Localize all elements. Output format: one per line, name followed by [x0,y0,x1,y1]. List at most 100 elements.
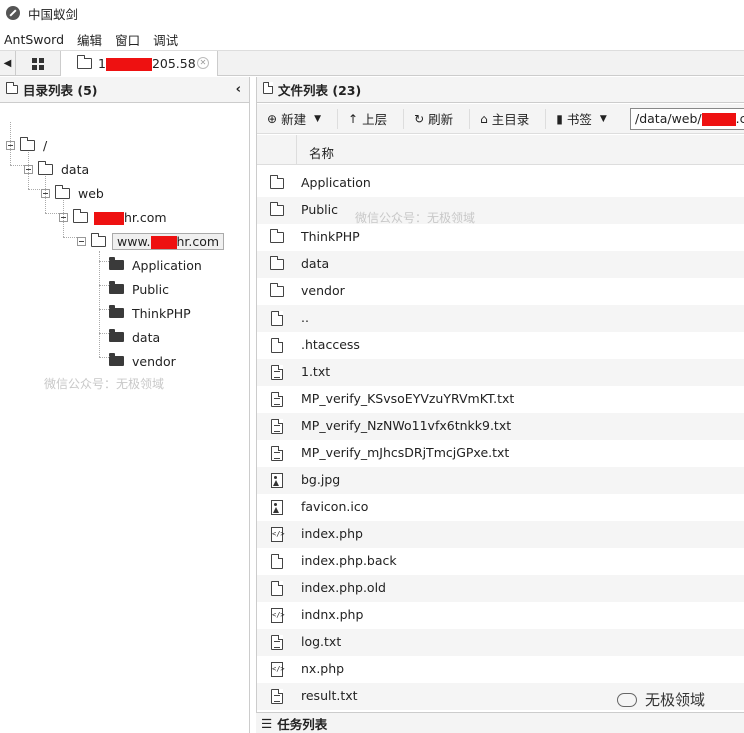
folder-icon [19,136,35,151]
file-row[interactable]: Application [257,170,744,197]
home-icon: ⌂ [480,111,488,126]
folder-icon [109,257,124,270]
caret-down-icon: ▼ [314,113,321,124]
file-name: index.php.old [301,580,386,595]
name-column-header[interactable]: 名称 [309,143,334,162]
new-button[interactable]: ⊕ 新建 ▼ [267,109,321,128]
tree-node-data-child[interactable]: data [109,327,160,347]
toolbar-divider [337,108,338,129]
folder-icon [109,353,124,366]
file-name: MP_verify_NzNWo11vfx6tnkk9.txt [301,418,512,433]
file-name: .. [301,310,309,325]
file-row[interactable]: vendor [257,278,744,305]
tree-node-root[interactable]: / [6,135,47,155]
toolbar-divider [469,108,471,129]
tree-node-thinkphp[interactable]: ThinkPHP [109,303,191,323]
file-name: 1.txt [301,364,331,379]
file-row[interactable]: bg.jpg [257,467,744,494]
menu-window[interactable]: 窗口 [115,30,140,49]
window-title: 中国蚁剑 [28,6,79,22]
up-level-button[interactable]: ↑ 上层 [348,109,387,128]
file-name: bg.jpg [301,472,341,487]
tree-node-public[interactable]: Public [109,279,169,299]
file-row[interactable]: MP_verify_mJhcsDRjTmcjGPxe.txt [257,440,744,467]
code-file-icon: </> [270,608,285,623]
file-name: ThinkPHP [301,229,360,244]
file-row[interactable]: </> nx.php [257,656,744,683]
file-row[interactable]: Public [257,197,744,224]
file-icon [270,580,284,596]
tree-node-data[interactable]: data [24,159,89,179]
folder-icon [90,232,106,247]
file-row[interactable]: .htaccess [257,332,744,359]
tab-shell-session[interactable]: 1 205.58 ✕ [61,51,218,76]
menu-bar: AntSword 编辑 窗口 调试 [0,28,744,50]
tree-node-www-domain[interactable]: www. hr.com [77,231,225,251]
file-row[interactable]: index.php.back [257,548,744,575]
file-row[interactable]: favicon.ico [257,494,744,521]
file-name: log.txt [301,634,342,649]
image-file-icon [270,500,284,515]
file-name: .htaccess [301,337,360,352]
redaction-mark [150,235,177,249]
tab-scroll-left-button[interactable]: ◀ [0,51,16,76]
refresh-button[interactable]: ↻ 刷新 [414,109,453,128]
folder-icon [269,256,284,272]
file-row[interactable]: index.php.old [257,575,744,602]
icon-column-header [257,135,297,165]
antsword-logo-icon [6,6,20,20]
collapse-icon[interactable] [59,212,68,222]
file-row[interactable]: data [257,251,744,278]
close-tab-icon[interactable]: ✕ [197,57,209,69]
file-panel: 文件列表 (23) ⊕ 新建 ▼ ↑ 上层 ↻ 刷新 ⌂ 主目录 ▮ 书签 ▼ … [256,77,744,733]
home-directory-button[interactable]: ⌂ 主目录 [480,109,529,128]
folder-icon [109,305,124,318]
file-name: index.php [301,526,363,541]
file-name: result.txt [301,688,358,703]
file-icon [270,553,284,569]
file-row[interactable]: </> index.php [257,521,744,548]
watermark-text: 微信公众号：无极领域 [355,211,476,225]
tree-node-application[interactable]: Application [109,255,202,275]
file-row[interactable]: MP_verify_KSvsoEYVzuYRVmKT.txt [257,386,744,413]
file-row[interactable]: 1.txt [257,359,744,386]
task-panel-header[interactable]: ☰ 任务列表 [256,712,744,733]
tree-node-vendor[interactable]: vendor [109,351,176,371]
collapse-icon[interactable] [77,236,86,246]
tree-node-domain[interactable]: hr.com [59,207,167,227]
file-name: MP_verify_KSvsoEYVzuYRVmKT.txt [301,391,515,406]
menu-antsword[interactable]: AntSword [4,32,64,47]
file-row[interactable]: MP_verify_NzNWo11vfx6tnkk9.txt [257,413,744,440]
file-name: MP_verify_mJhcsDRjTmcjGPxe.txt [301,445,510,460]
file-panel-header: 文件列表 (23) [257,77,744,103]
bookmark-button[interactable]: ▮ 书签 ▼ [556,109,607,128]
folder-icon [54,184,70,199]
file-grid-header: 名称 [257,135,744,165]
caret-left-icon: ◀ [3,58,12,69]
folder-icon [269,229,284,245]
tree-node-web[interactable]: web [41,183,104,203]
file-name: index.php.back [301,553,397,568]
menu-edit[interactable]: 编辑 [77,30,102,49]
collapse-icon[interactable] [24,164,33,174]
task-panel-title: 任务列表 [277,716,328,732]
file-panel-title: 文件列表 (23) [278,83,362,98]
collapse-icon[interactable] [41,188,50,198]
collapse-icon[interactable] [6,140,15,150]
folder-icon [5,82,18,94]
file-row[interactable]: ThinkPHP [257,224,744,251]
file-name: Public [301,202,338,217]
tab-home[interactable] [16,51,61,76]
file-row[interactable]: log.txt [257,629,744,656]
document-icon [263,81,274,97]
file-row[interactable]: </> indnx.php [257,602,744,629]
file-row[interactable]: .. [257,305,744,332]
menu-debug[interactable]: 调试 [153,30,178,49]
folder-icon [269,175,284,191]
path-input[interactable]: /data/web/.co [630,108,744,130]
folder-icon [76,55,92,69]
file-name: vendor [301,283,345,298]
collapse-panel-icon[interactable]: ‹ [236,82,241,97]
redaction-mark [94,211,124,225]
bookmark-icon: ▮ [556,111,563,126]
